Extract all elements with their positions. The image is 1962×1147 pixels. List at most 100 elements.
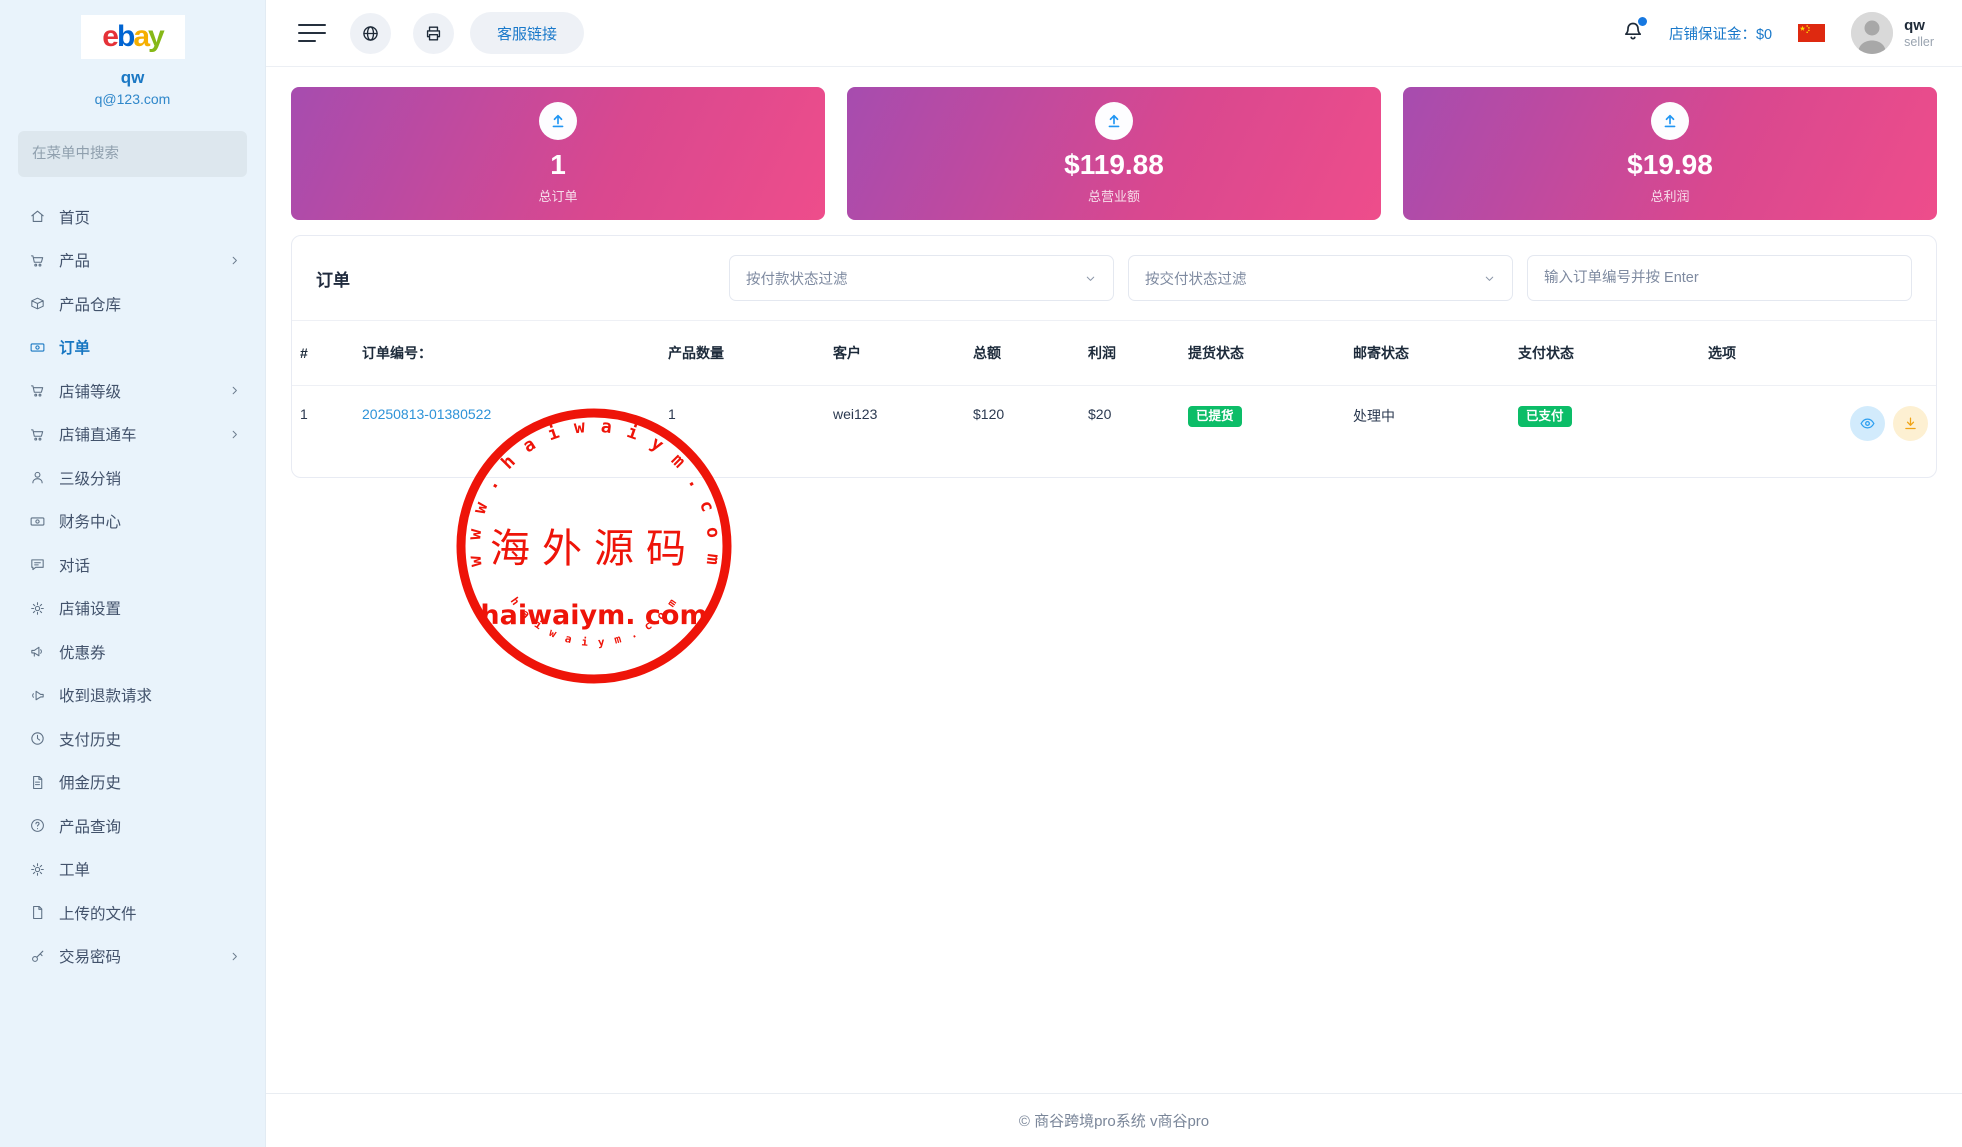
topbar-right: 店铺保证金：$0 qw (1621, 12, 1934, 54)
sidebar-item-finance-center[interactable]: 财务中心 (0, 500, 265, 544)
stamp-center-chinese: 海外源码 (490, 526, 698, 572)
row-qty: 1 (660, 386, 825, 478)
col-header-index: # (292, 321, 354, 386)
sidebar-item-label: 对话 (59, 554, 241, 576)
topbar-user-block[interactable]: qw seller (1904, 17, 1934, 49)
print-button[interactable] (413, 13, 454, 54)
orders-title: 订单 (316, 266, 350, 291)
chevron-down-icon (1483, 272, 1496, 285)
topbar-user-name: qw (1904, 17, 1934, 34)
sidebar-menu: 首页 产品 产品仓库 订单 店铺等级 店铺直通车 (0, 189, 265, 984)
sidebar-item-label: 工单 (59, 858, 241, 880)
page-content: 1 总订单 $119.88 总营业额 $19.98 总利润 (266, 67, 1962, 1093)
sidebar-item-chat[interactable]: 对话 (0, 543, 265, 587)
sidebar-item-label: 首页 (59, 206, 241, 228)
payment-status-filter[interactable]: 按付款状态过滤 (729, 255, 1114, 301)
col-header-order-no: 订单编号： (354, 321, 660, 386)
sidebar-item-distribution[interactable]: 三级分销 (0, 456, 265, 500)
sidebar-item-label: 订单 (59, 336, 241, 358)
upload-icon (539, 102, 577, 140)
sidebar-user-block: qw q@123.com (0, 68, 265, 107)
chevron-right-icon (228, 254, 241, 267)
sidebar-item-label: 上传的文件 (59, 902, 241, 924)
sidebar-item-orders[interactable]: 订单 (0, 326, 265, 370)
orders-filters: 按付款状态过滤 按交付状态过滤 (729, 255, 1912, 301)
sidebar-item-label: 店铺直通车 (59, 423, 228, 445)
menu-search-input[interactable] (18, 131, 247, 177)
stamp-bottom-text: h a i w a i y m . c o m (508, 595, 681, 649)
row-customer: wei123 (825, 386, 965, 478)
language-button[interactable] (350, 13, 391, 54)
chevron-right-icon (228, 950, 241, 963)
order-number-link[interactable]: 20250813-01380522 (362, 406, 491, 422)
row-index: 1 (292, 386, 354, 478)
stat-label: 总利润 (1650, 186, 1689, 205)
col-header-pickup-status: 提货状态 (1180, 321, 1345, 386)
document-icon (29, 774, 46, 791)
sidebar-item-coupons[interactable]: 优惠券 (0, 630, 265, 674)
china-flag-icon[interactable] (1798, 24, 1825, 42)
banknote-icon (29, 513, 46, 530)
gear-icon (29, 600, 46, 617)
stat-value: 1 (550, 149, 566, 181)
sidebar-item-uploaded-files[interactable]: 上传的文件 (0, 891, 265, 935)
sidebar-item-store-level[interactable]: 店铺等级 (0, 369, 265, 413)
table-header-row: # 订单编号： 产品数量 客户 总额 利润 提货状态 邮寄状态 支付状态 选项 (292, 321, 1936, 386)
refund-icon (29, 687, 46, 704)
sidebar-item-label: 产品查询 (59, 815, 241, 837)
view-order-button[interactable] (1850, 406, 1885, 441)
clock-icon (29, 730, 46, 747)
cart-icon (29, 426, 46, 443)
store-deposit-link[interactable]: 店铺保证金：$0 (1669, 23, 1772, 44)
cart-icon (29, 382, 46, 399)
sidebar-item-transaction-password[interactable]: 交易密码 (0, 935, 265, 979)
cog-icon (29, 861, 46, 878)
stat-card-total-profit[interactable]: $19.98 总利润 (1403, 87, 1937, 220)
stat-value: $19.98 (1627, 149, 1713, 181)
sidebar-item-work-orders[interactable]: 工单 (0, 848, 265, 892)
ebay-logo[interactable]: ebay (81, 15, 185, 59)
home-icon (29, 208, 46, 225)
sidebar-item-refund-requests[interactable]: 收到退款请求 (0, 674, 265, 718)
stat-card-total-orders[interactable]: 1 总订单 (291, 87, 825, 220)
stat-cards: 1 总订单 $119.88 总营业额 $19.98 总利润 (291, 87, 1937, 220)
delivery-status-filter[interactable]: 按交付状态过滤 (1128, 255, 1513, 301)
megaphone-icon (29, 643, 46, 660)
stamp-center-domain: haiwaiym. com (480, 600, 707, 631)
sidebar-item-product-warehouse[interactable]: 产品仓库 (0, 282, 265, 326)
main-area: 客服链接 店铺保证金：$0 (266, 0, 1962, 1147)
payment-status-filter-placeholder: 按付款状态过滤 (746, 268, 1084, 289)
col-header-options: 选项 (1700, 321, 1936, 386)
sidebar-item-label: 财务中心 (59, 510, 241, 532)
col-header-qty: 产品数量 (660, 321, 825, 386)
chevron-right-icon (228, 384, 241, 397)
row-mail-status: 处理中 (1345, 386, 1510, 478)
sidebar-item-home[interactable]: 首页 (0, 195, 265, 239)
sidebar-item-store-settings[interactable]: 店铺设置 (0, 587, 265, 631)
printer-icon (424, 24, 443, 43)
row-total: $120 (965, 386, 1080, 478)
sidebar-item-label: 收到退款请求 (59, 684, 241, 706)
sidebar-item-commission-history[interactable]: 佣金历史 (0, 761, 265, 805)
cart-icon (29, 252, 46, 269)
sidebar-item-store-express[interactable]: 店铺直通车 (0, 413, 265, 457)
sidebar-item-products[interactable]: 产品 (0, 239, 265, 283)
sidebar-item-label: 三级分销 (59, 467, 241, 489)
logo-letter: b (117, 22, 133, 52)
stat-card-total-revenue[interactable]: $119.88 总营业额 (847, 87, 1381, 220)
sidebar-item-payment-history[interactable]: 支付历史 (0, 717, 265, 761)
stat-value: $119.88 (1064, 149, 1164, 181)
notifications-button[interactable] (1621, 19, 1645, 48)
order-number-search-input[interactable] (1527, 255, 1912, 301)
stat-label: 总订单 (538, 186, 577, 205)
sidebar-item-label: 支付历史 (59, 728, 241, 750)
row-actions (1708, 406, 1928, 441)
sidebar: ebay qw q@123.com 首页 产品 产品仓库 (0, 0, 266, 1147)
download-order-button[interactable] (1893, 406, 1928, 441)
support-link-button[interactable]: 客服链接 (470, 12, 584, 54)
download-icon (1902, 415, 1919, 432)
sidebar-item-product-inquiry[interactable]: 产品查询 (0, 804, 265, 848)
sidebar-item-label: 店铺设置 (59, 597, 241, 619)
sidebar-toggle-button[interactable] (298, 24, 328, 42)
avatar[interactable] (1851, 12, 1893, 54)
